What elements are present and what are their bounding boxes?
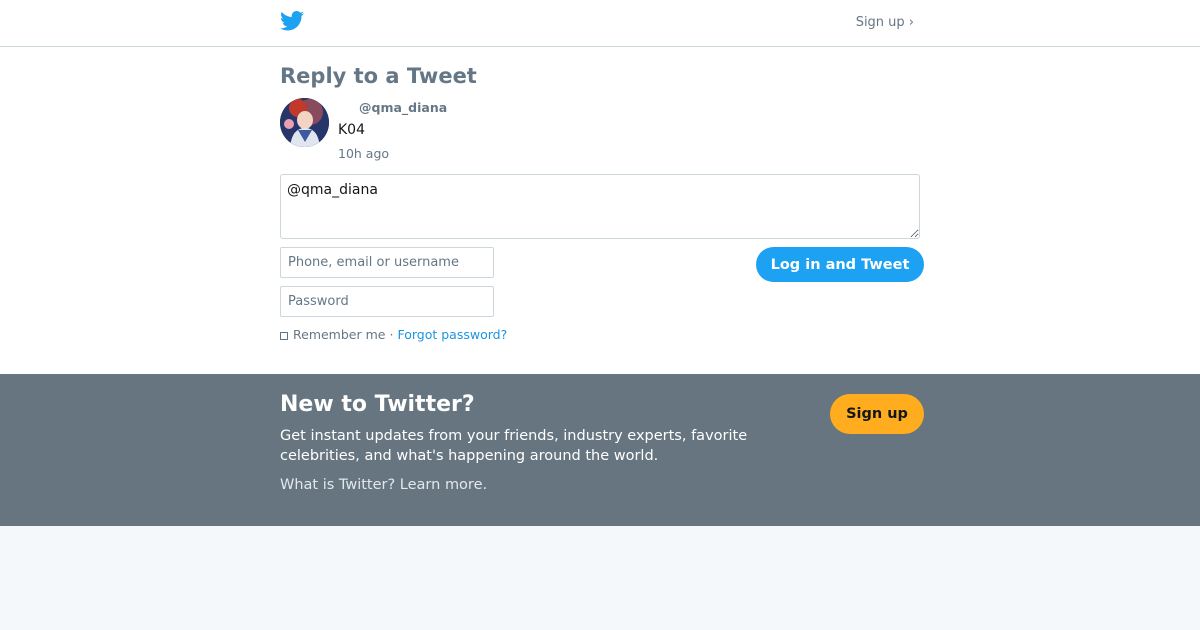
remember-me-row: Remember me · Forgot password?	[280, 327, 507, 342]
page-title: Reply to a Tweet	[280, 64, 477, 88]
twitter-bird-icon[interactable]	[280, 11, 304, 31]
tweet-author-handle[interactable]: @qma_diana	[359, 100, 447, 115]
password-field[interactable]	[280, 286, 494, 317]
signup-banner-title: New to Twitter?	[280, 392, 475, 417]
avatar[interactable]	[280, 98, 329, 147]
remember-me-label[interactable]: Remember me	[293, 327, 385, 342]
header-signup-link[interactable]: Sign up ›	[856, 15, 914, 30]
login-and-tweet-button[interactable]: Log in and Tweet	[756, 247, 924, 282]
forgot-password-link[interactable]: Forgot password?	[397, 327, 507, 342]
remember-me-checkbox[interactable]	[280, 331, 288, 340]
learn-more-link[interactable]: What is Twitter? Learn more.	[280, 477, 487, 493]
tweet-text: K04	[338, 122, 365, 138]
separator-dot: ·	[389, 327, 394, 342]
reply-section: Reply to a Tweet @qma_diana K04 10h ago …	[0, 47, 1200, 374]
username-field[interactable]	[280, 247, 494, 278]
top-bar: Sign up ›	[0, 0, 1200, 47]
signup-banner: New to Twitter? Get instant updates from…	[0, 374, 1200, 526]
reply-textarea[interactable]	[280, 174, 920, 239]
avatar-image	[280, 98, 329, 147]
tweet-timestamp[interactable]: 10h ago	[338, 146, 389, 161]
signup-button[interactable]: Sign up	[830, 394, 924, 434]
signup-banner-text: Get instant updates from your friends, i…	[280, 428, 748, 464]
